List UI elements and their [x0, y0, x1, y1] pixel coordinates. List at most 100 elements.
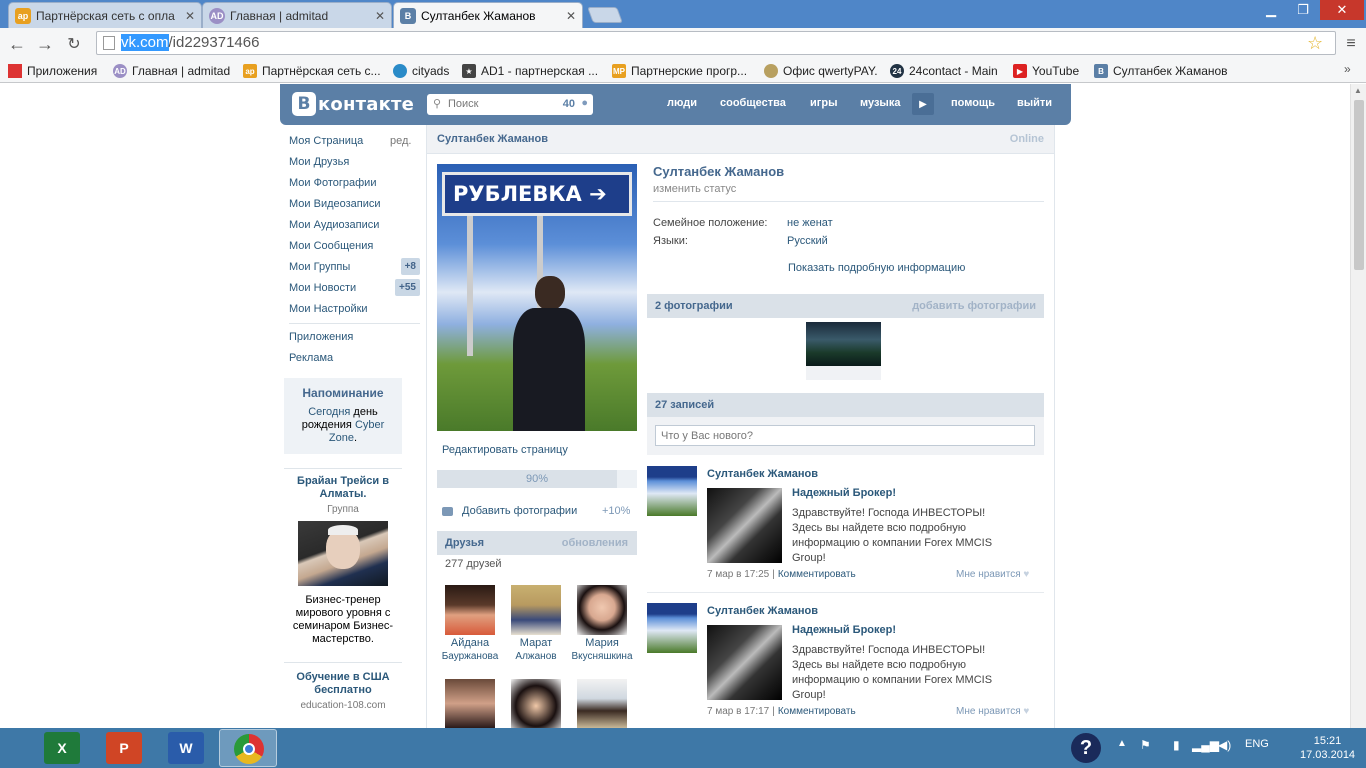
tray-expand-icon[interactable]: ▲	[1117, 738, 1127, 749]
vk-logo[interactable]: В контакте	[292, 91, 414, 117]
menu-apps[interactable]: Приложения	[289, 327, 353, 347]
menu-my-audio[interactable]: Мои Аудиозаписи	[289, 215, 379, 235]
menu-ads[interactable]: Реклама	[289, 348, 333, 368]
friend-avatar[interactable]	[577, 585, 627, 635]
ad-title[interactable]: Обучение в США бесплатно	[284, 671, 402, 697]
tab-admitad[interactable]: AD Главная | admitad ✕	[202, 2, 392, 28]
nav-games[interactable]: игры	[810, 97, 837, 109]
ad-title[interactable]: Брайан Трейси в Алматы.	[284, 475, 402, 501]
vk-search-input[interactable]: ⚲ Поиск 40 ●	[427, 94, 593, 115]
help-icon[interactable]: ?	[1071, 733, 1101, 763]
bookmark-24contact[interactable]: 24 24contact - Main	[890, 62, 998, 80]
menu-my-groups[interactable]: Мои Группы	[289, 257, 350, 277]
add-photos-header-link[interactable]: добавить фотографии	[912, 294, 1036, 318]
excel-icon[interactable]: X	[44, 732, 80, 764]
edit-link[interactable]: ред.	[390, 131, 411, 151]
signal-icon[interactable]: ▂▄▆	[1192, 738, 1219, 752]
friend-card[interactable]: Мария Вкусняшкина	[569, 585, 635, 663]
bookmark-star-icon[interactable]: ☆	[1307, 33, 1323, 54]
scroll-up-icon[interactable]: ▲	[1354, 86, 1362, 95]
music-play-icon[interactable]: ▶	[912, 93, 934, 115]
bookmark-qwertypay[interactable]: Офис qwertyPAY.	[764, 62, 878, 80]
battery-icon[interactable]: ▮	[1173, 738, 1180, 752]
like-button[interactable]: Мне нравится ♥	[956, 569, 1029, 580]
post-author[interactable]: Султанбек Жаманов	[707, 468, 818, 480]
scrollbar-thumb[interactable]	[1354, 100, 1364, 270]
back-arrow-icon[interactable]: ←	[6, 33, 28, 55]
photos-header[interactable]: 2 фотографии добавить фотографии	[647, 294, 1044, 318]
bookmark-apps[interactable]: Приложения	[8, 62, 97, 80]
close-tab-icon[interactable]: ✕	[375, 9, 385, 23]
speaker-icon[interactable]: ◀)	[1218, 738, 1231, 752]
bookmarks-overflow-icon[interactable]: »	[1344, 62, 1351, 76]
post-date[interactable]: 7 мар в 17:17	[707, 706, 769, 717]
info-value-languages[interactable]: Русский	[787, 235, 828, 247]
change-status-link[interactable]: изменить статус	[653, 183, 736, 195]
comment-link[interactable]: Комментировать	[778, 569, 856, 580]
wall-header[interactable]: 27 записей	[647, 393, 1044, 417]
word-icon[interactable]: W	[168, 732, 204, 764]
ad-brian-tracy[interactable]: Брайан Трейси в Алматы. Группа Бизнес-тр…	[284, 475, 402, 646]
restore-icon[interactable]: ❐	[1288, 0, 1318, 20]
show-details-link[interactable]: Показать подробную информацию	[788, 262, 965, 274]
friend-first-name[interactable]: Марат	[503, 637, 569, 650]
post-image[interactable]	[707, 625, 782, 700]
ad-education-usa[interactable]: Обучение в США бесплатно education-108.c…	[284, 671, 402, 711]
edit-page-link[interactable]: Редактировать страницу	[442, 444, 568, 456]
menu-my-photos[interactable]: Мои Фотографии	[289, 173, 376, 193]
chrome-taskbar-button[interactable]	[219, 729, 277, 767]
menu-my-videos[interactable]: Мои Видеозаписи	[289, 194, 381, 214]
post-author-avatar[interactable]	[647, 466, 697, 516]
nav-help[interactable]: помощь	[951, 97, 995, 109]
post-headline[interactable]: Надежный Брокер!	[792, 487, 896, 499]
clock[interactable]: 15:21 17.03.2014	[1300, 734, 1355, 762]
friend-last-name[interactable]: Бауржанова	[437, 650, 503, 663]
friend-avatar[interactable]	[577, 679, 627, 728]
post-image[interactable]	[707, 488, 782, 563]
nav-music[interactable]: музыка	[860, 97, 900, 109]
menu-my-friends[interactable]: Мои Друзья	[289, 152, 349, 172]
photo-thumbnail[interactable]	[806, 322, 881, 366]
nav-logout[interactable]: выйти	[1017, 97, 1052, 109]
add-photos-link[interactable]: Добавить фотографии	[462, 505, 577, 517]
friend-last-name[interactable]: Вкусняшкина	[569, 650, 635, 663]
bookmark-admitad[interactable]: AD Главная | admitad	[113, 62, 230, 80]
menu-my-messages[interactable]: Мои Сообщения	[289, 236, 373, 256]
friend-first-name[interactable]: Мария	[569, 637, 635, 650]
bookmark-partner-network[interactable]: ap Партнёрская сеть с...	[243, 62, 381, 80]
minimize-icon[interactable]: ▁	[1256, 0, 1286, 20]
reminder-today-link[interactable]: Сегодня	[308, 406, 350, 418]
nav-people[interactable]: люди	[667, 97, 697, 109]
reminder-zone-link[interactable]: Zone	[329, 432, 354, 444]
bookmark-cityads[interactable]: cityads	[393, 62, 449, 80]
friend-card[interactable]: Айдана Бауржанова	[437, 585, 503, 663]
tab-vk-profile[interactable]: B Султанбек Жаманов ✕	[393, 2, 583, 29]
friend-last-name[interactable]: Алжанов	[503, 650, 569, 663]
post-date[interactable]: 7 мар в 17:25	[707, 569, 769, 580]
ad-photo[interactable]	[298, 521, 388, 586]
bookmark-partner-programs[interactable]: MP Партнерские прогр...	[612, 62, 747, 80]
add-photos-row[interactable]: Добавить фотографии	[442, 505, 577, 517]
language-indicator[interactable]: ENG	[1245, 738, 1269, 750]
page-scrollbar[interactable]: ▲	[1350, 84, 1366, 728]
close-tab-icon[interactable]: ✕	[566, 9, 576, 23]
friend-avatar[interactable]	[511, 585, 561, 635]
friends-count[interactable]: 277 друзей	[445, 558, 502, 570]
reload-icon[interactable]: ↻	[63, 33, 85, 55]
post-author[interactable]: Султанбек Жаманов	[707, 605, 818, 617]
close-tab-icon[interactable]: ✕	[185, 9, 195, 23]
address-bar[interactable]: vk.com/id229371466 ☆	[96, 31, 1336, 55]
menu-icon[interactable]: ≡	[1340, 33, 1362, 55]
menu-my-page[interactable]: Моя Страница	[289, 131, 363, 151]
profile-photo[interactable]: РУБЛЕВКА ➔	[437, 164, 637, 431]
bookmark-vk[interactable]: B Султанбек Жаманов	[1094, 62, 1228, 80]
friend-card[interactable]: Марат Алжанов	[503, 585, 569, 663]
friend-first-name[interactable]: Айдана	[437, 637, 503, 650]
wall-post-input[interactable]: Что у Вас нового?	[655, 425, 1035, 446]
menu-my-settings[interactable]: Мои Настройки	[289, 299, 368, 319]
new-tab-button[interactable]	[587, 7, 623, 23]
friend-avatar[interactable]	[445, 585, 495, 635]
info-value-marital[interactable]: не женат	[787, 217, 833, 229]
friend-avatar[interactable]	[511, 679, 561, 728]
powerpoint-icon[interactable]: P	[106, 732, 142, 764]
